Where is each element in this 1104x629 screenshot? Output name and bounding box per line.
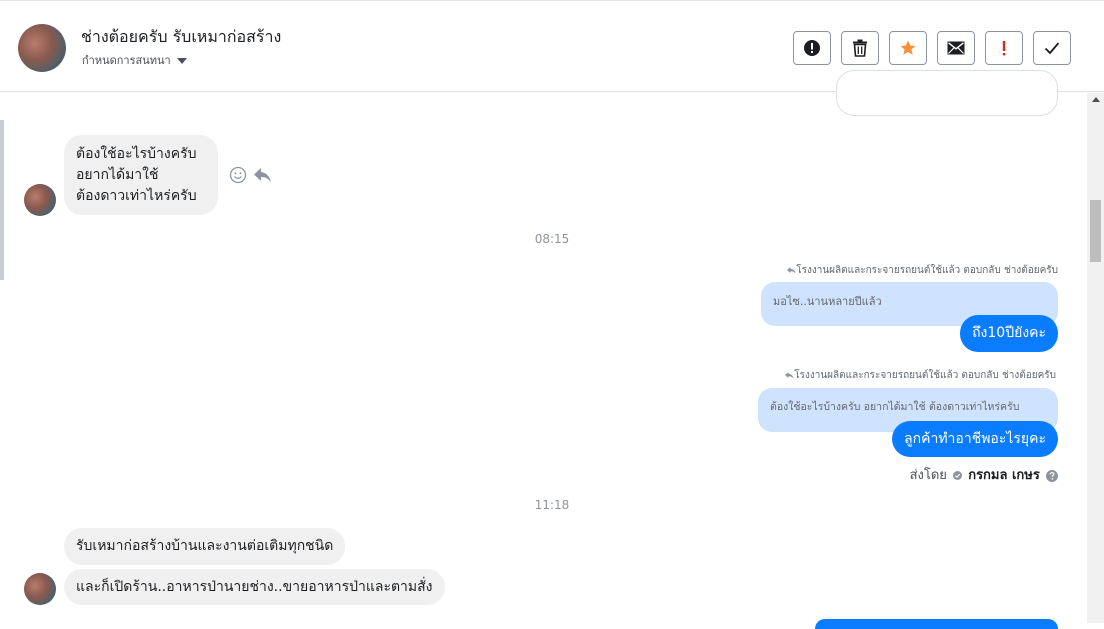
reply-arrow-icon[interactable] (253, 166, 272, 184)
reply-meta: โรงงานผลิตและกระจายรถยนต์ใช้แล้ว ตอบกลับ… (785, 368, 1056, 383)
smiley-react-icon[interactable] (229, 166, 247, 184)
spam-button[interactable] (793, 31, 831, 65)
reply-meta-text: โรงงานผลิตและกระจายรถยนต์ใช้แล้ว ตอบกลับ… (794, 370, 1056, 381)
sent-by-info: ส่งโดย กรกมล เกษร (910, 464, 1058, 485)
message-text: ถึง10ปียังคะ (972, 325, 1046, 341)
outgoing-message-bubble[interactable]: ลูกค้าทำอาชีพอะไรยุคะ (892, 421, 1058, 457)
star-icon (900, 40, 916, 55)
reply-meta: โรงงานผลิตและกระจายรถยนต์ใช้แล้ว ตอบกลับ… (787, 263, 1058, 278)
delete-button[interactable] (841, 31, 879, 65)
message-line: ต้องดาวเท่าไหร่ครับ (76, 188, 197, 204)
message-line: อยากได้มาใช้ (76, 167, 159, 183)
next-outgoing-bubble-partial (815, 619, 1058, 629)
caret-down-icon (176, 58, 187, 64)
incoming-message-bubble[interactable]: ต้องใช้อะไรบ้างครับ อยากได้มาใช้ ต้องดาว… (64, 135, 218, 215)
conversation-options-label: กำหนดการสนทนา (82, 54, 171, 67)
exclamation-circle-icon (804, 40, 820, 56)
message-text: ลูกค้าทำอาชีพอะไรยุคะ (904, 431, 1046, 447)
message-text: รับเหมาก่อสร้างบ้านและงานต่อเติมทุกชนิด (76, 538, 334, 554)
checkmark-icon (1044, 42, 1060, 55)
verified-badge-icon (953, 471, 963, 480)
contact-avatar-small (24, 184, 56, 216)
mark-unread-button[interactable] (937, 31, 975, 65)
sender-name[interactable]: กรกมล เกษร (968, 468, 1040, 483)
incoming-message-bubble[interactable]: รับเหมาก่อสร้างบ้านและงานต่อเติมทุกชนิด (64, 528, 346, 565)
reply-indicator-icon (787, 267, 796, 274)
scroll-up-arrow-icon[interactable] (1092, 97, 1100, 102)
conversation-options-dropdown[interactable]: กำหนดการสนทนา (82, 51, 187, 69)
incoming-message-bubble[interactable]: และก็เปิดร้าน..อาหารป่านายช่าง..ขายอาหาร… (64, 569, 445, 605)
quoted-text: ต้องใช้อะไรบ้างครับ อยากได้มาใช้ ต้องดาว… (770, 401, 1020, 413)
help-question-icon[interactable] (1046, 469, 1058, 482)
message-line: ต้องใช้อะไรบ้างครับ (76, 146, 197, 162)
contact-name[interactable]: ช่างต้อยครับ รับเหมาก่อสร้าง (81, 25, 281, 50)
timestamp-divider: 08:15 (534, 232, 570, 246)
outgoing-message-bubble[interactable]: ถึง10ปียังคะ (960, 315, 1058, 352)
contact-avatar-small (24, 573, 56, 605)
left-panel-edge (0, 120, 4, 280)
exclamation-icon (1002, 41, 1006, 56)
contact-avatar[interactable] (18, 24, 66, 72)
trash-icon (853, 39, 867, 57)
message-text: และก็เปิดร้าน..อาหารป่านายช่าง..ขายอาหาร… (76, 579, 433, 595)
scrollbar-thumb[interactable] (1090, 200, 1101, 262)
envelope-icon (947, 41, 965, 55)
scrollbar-track[interactable] (1087, 93, 1104, 623)
previous-message-bubble (836, 70, 1058, 116)
quoted-text: มอไซ..นานหลายปีแล้ว (773, 295, 882, 308)
sent-by-label: ส่งโดย (909, 468, 947, 483)
star-button[interactable] (889, 31, 927, 65)
mark-done-button[interactable] (1033, 31, 1071, 65)
reply-meta-text: โรงงานผลิตและกระจายรถยนต์ใช้แล้ว ตอบกลับ… (796, 265, 1058, 276)
timestamp-divider: 11:18 (534, 498, 570, 512)
follow-up-button[interactable] (985, 31, 1023, 65)
reply-indicator-icon (785, 372, 794, 379)
